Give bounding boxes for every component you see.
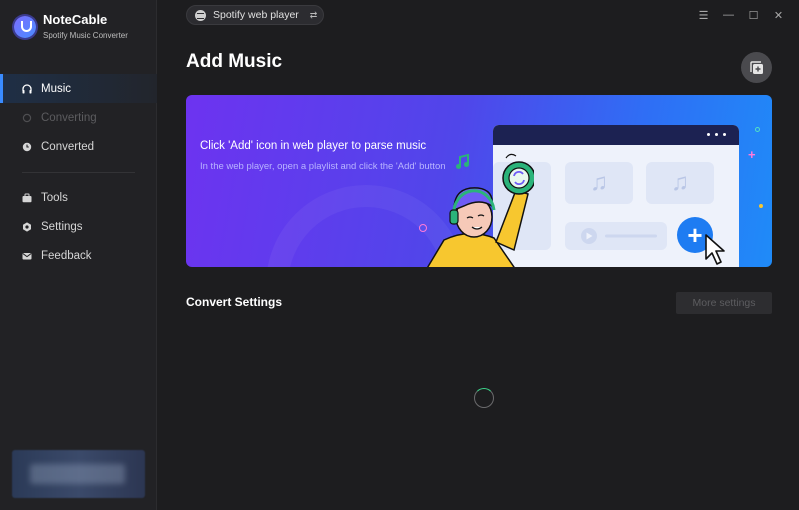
app-name: NoteCable xyxy=(43,12,108,27)
sidebar-item-music[interactable]: Music xyxy=(0,74,157,103)
headphones-icon xyxy=(22,83,32,94)
guide-banner: Click 'Add' icon in web player to parse … xyxy=(186,95,772,267)
sidebar-item-tools[interactable]: Tools xyxy=(0,183,157,212)
window-controls: ☰ — ☐ ✕ xyxy=(691,6,791,24)
ring-deco-icon xyxy=(419,224,427,232)
sidebar-item-label: Music xyxy=(41,82,72,95)
primary-nav: Music Converting Converted xyxy=(0,74,157,161)
player-bar xyxy=(565,222,667,250)
notecable-logo-icon xyxy=(14,15,36,38)
sidebar-item-settings[interactable]: Settings xyxy=(0,212,157,241)
dot-deco-icon xyxy=(755,127,760,132)
app-subtitle: Spotify Music Converter xyxy=(43,31,128,40)
more-settings-button[interactable]: More settings xyxy=(676,292,772,314)
listener-illustration xyxy=(426,153,534,267)
music-note-icon: ♫ xyxy=(646,162,714,204)
sidebar-item-label: Tools xyxy=(41,191,68,204)
sidebar-item-feedback[interactable]: Feedback xyxy=(0,241,157,270)
sidebar-item-label: Feedback xyxy=(41,249,92,262)
sidebar-item-converting[interactable]: Converting xyxy=(0,103,157,132)
browser-titlebar xyxy=(493,125,739,145)
music-note-deco-icon xyxy=(456,153,469,169)
dot-deco-icon xyxy=(759,204,763,208)
sidebar-item-label: Settings xyxy=(41,220,83,233)
nav-divider xyxy=(22,172,135,173)
clock-icon xyxy=(22,142,32,152)
page-title: Add Music xyxy=(186,51,283,72)
source-label: Spotify web player xyxy=(213,9,299,21)
close-icon[interactable]: ✕ xyxy=(766,6,791,24)
toolbox-icon xyxy=(22,193,32,203)
sync-icon xyxy=(22,113,32,123)
sidebar-item-label: Converted xyxy=(41,140,95,153)
source-selector[interactable]: Spotify web player ⇄ xyxy=(186,5,324,25)
promo-banner[interactable] xyxy=(12,450,145,498)
minimize-icon[interactable]: — xyxy=(716,6,741,24)
sidebar-item-label: Converting xyxy=(41,111,97,124)
gear-icon xyxy=(22,221,32,232)
cursor-icon xyxy=(705,234,725,265)
sidebar: NoteCable Spotify Music Converter Music … xyxy=(0,0,157,510)
spotify-icon xyxy=(195,9,206,21)
add-to-list-button[interactable] xyxy=(741,52,772,83)
menu-icon[interactable]: ☰ xyxy=(691,6,716,24)
secondary-nav: Tools Settings Feedback xyxy=(0,183,157,270)
mail-icon xyxy=(22,251,32,261)
add-list-icon xyxy=(749,60,763,74)
maximize-icon[interactable]: ☐ xyxy=(741,6,766,24)
banner-subtitle: In the web player, open a playlist and c… xyxy=(200,161,446,172)
sidebar-item-converted[interactable]: Converted xyxy=(0,132,157,161)
plus-deco-icon: + xyxy=(748,147,756,162)
swap-icon: ⇄ xyxy=(309,9,318,20)
banner-title: Click 'Add' icon in web player to parse … xyxy=(200,140,427,152)
music-note-icon: ♫ xyxy=(565,162,633,204)
loading-spinner-icon xyxy=(474,388,494,408)
brand: NoteCable Spotify Music Converter xyxy=(14,13,128,40)
convert-settings-title: Convert Settings xyxy=(186,295,283,309)
